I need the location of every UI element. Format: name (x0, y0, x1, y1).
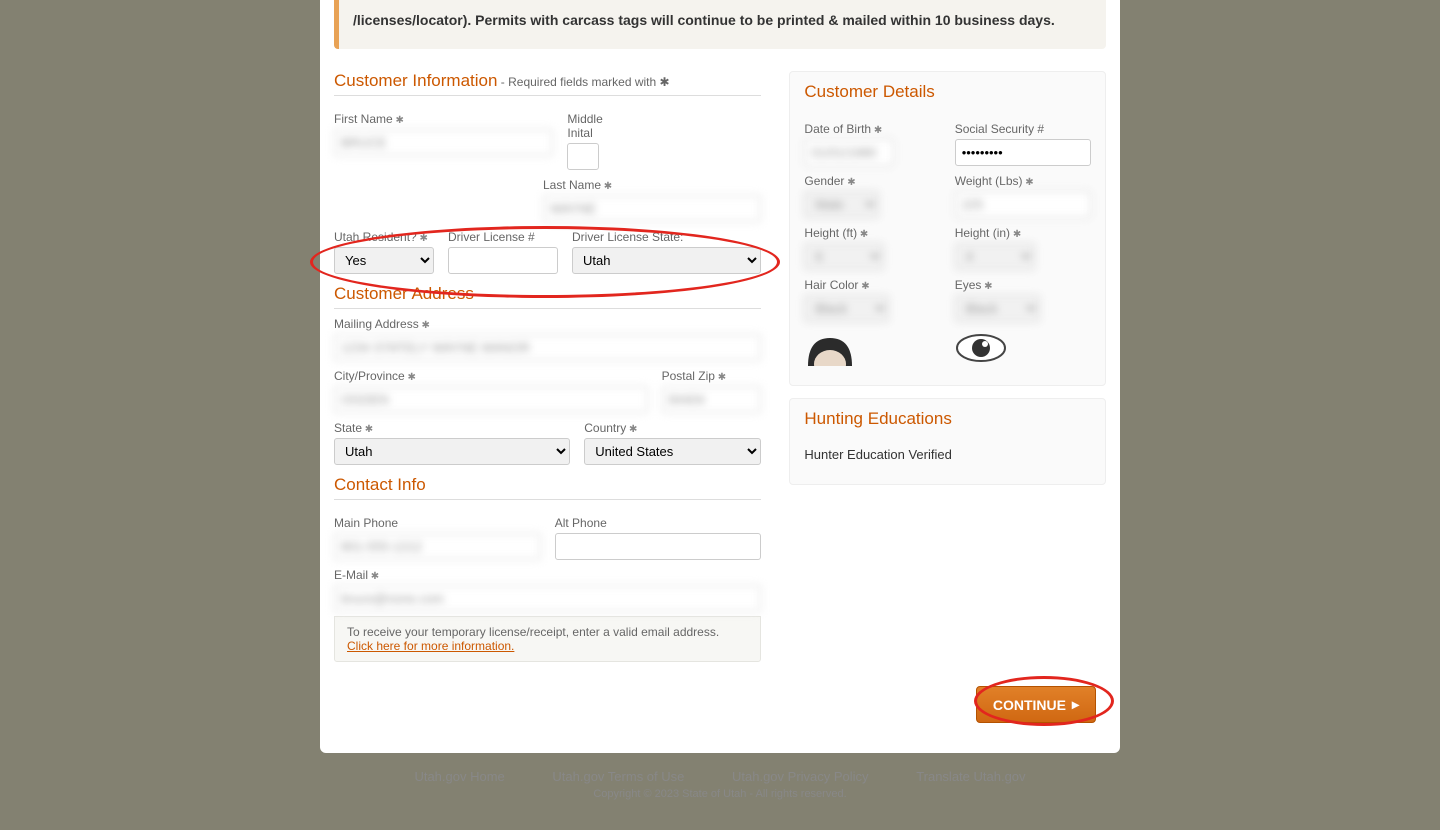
hunting-ed-heading: Hunting Educations (804, 409, 1091, 433)
required-note: - Required fields marked with ✱ (497, 75, 669, 89)
eyes-label: Eyes (955, 278, 1091, 292)
state-label: State (334, 421, 570, 435)
height-in-select[interactable]: 4 (955, 243, 1035, 270)
contact-info-heading: Contact Info (334, 475, 761, 500)
email-input[interactable] (334, 585, 761, 612)
dob-label: Date of Birth (804, 122, 940, 136)
last-name-label: Last Name (543, 178, 761, 192)
city-label: City/Province (334, 369, 648, 383)
country-label: Country (584, 421, 761, 435)
height-in-label: Height (in) (955, 226, 1091, 240)
footer: Utah.gov Home Utah.gov Terms of Use Utah… (0, 753, 1440, 830)
continue-button[interactable]: CONTINUE ▸ (976, 686, 1096, 723)
dob-input[interactable] (804, 139, 894, 166)
customer-info-heading: Customer Information - Required fields m… (334, 71, 761, 96)
middle-initial-input[interactable] (567, 143, 599, 170)
dl-number-label: Driver License # (448, 230, 558, 244)
email-note-link[interactable]: Click here for more information. (347, 639, 514, 653)
continue-button-label: CONTINUE (993, 697, 1066, 713)
ssn-input[interactable] (955, 139, 1091, 166)
footer-link[interactable]: Utah.gov Home (414, 769, 504, 784)
hunting-ed-status: Hunter Education Verified (804, 441, 1091, 468)
customer-info-heading-text: Customer Information (334, 71, 497, 90)
height-ft-label: Height (ft) (804, 226, 940, 240)
eye-icon (955, 330, 1007, 366)
state-select[interactable]: Utah (334, 438, 570, 465)
notice-text: /licenses/locator). Permits with carcass… (353, 12, 1055, 28)
last-name-input[interactable] (543, 195, 761, 222)
mailing-address-label: Mailing Address (334, 317, 761, 331)
hunting-educations-panel: Hunting Educations Hunter Education Veri… (789, 398, 1106, 485)
first-name-input[interactable] (334, 129, 553, 156)
mailing-address-input[interactable] (334, 334, 761, 361)
gender-select[interactable]: Male (804, 191, 879, 218)
dl-state-select[interactable]: Utah (572, 247, 761, 274)
weight-label: Weight (Lbs) (955, 174, 1091, 188)
height-ft-select[interactable]: 6 (804, 243, 884, 270)
customer-details-panel: Customer Details Date of Birth Social Se… (789, 71, 1106, 386)
postal-label: Postal Zip (662, 369, 762, 383)
hair-label: Hair Color (804, 278, 940, 292)
alt-phone-input[interactable] (555, 533, 762, 560)
middle-initial-label: Middle Inital (567, 112, 627, 140)
email-note-text: To receive your temporary license/receip… (347, 625, 719, 639)
postal-input[interactable] (662, 386, 762, 413)
first-name-label: First Name (334, 112, 553, 126)
email-label: E-Mail (334, 568, 761, 582)
email-note: To receive your temporary license/receip… (334, 616, 761, 662)
triangle-right-icon: ▸ (1072, 696, 1079, 713)
hair-select[interactable]: Black (804, 295, 889, 322)
hair-icon (804, 330, 856, 366)
city-input[interactable] (334, 386, 648, 413)
dl-number-input[interactable] (448, 247, 558, 274)
main-phone-label: Main Phone (334, 516, 541, 530)
gender-label: Gender (804, 174, 940, 188)
weight-input[interactable] (955, 191, 1091, 218)
utah-resident-select[interactable]: Yes (334, 247, 434, 274)
country-select[interactable]: United States (584, 438, 761, 465)
customer-details-heading: Customer Details (804, 82, 1091, 106)
eyes-select[interactable]: Black (955, 295, 1040, 322)
utah-resident-label: Utah Resident? (334, 230, 434, 244)
footer-link[interactable]: Utah.gov Privacy Policy (732, 769, 869, 784)
dl-state-label: Driver License State: (572, 230, 761, 244)
form-page: /licenses/locator). Permits with carcass… (320, 0, 1120, 753)
footer-link[interactable]: Utah.gov Terms of Use (552, 769, 684, 784)
customer-address-heading: Customer Address (334, 284, 761, 309)
footer-link[interactable]: Translate Utah.gov (916, 769, 1025, 784)
alt-phone-label: Alt Phone (555, 516, 762, 530)
ssn-label: Social Security # (955, 122, 1091, 136)
notice-banner: /licenses/locator). Permits with carcass… (334, 0, 1106, 49)
main-phone-input[interactable] (334, 533, 541, 560)
